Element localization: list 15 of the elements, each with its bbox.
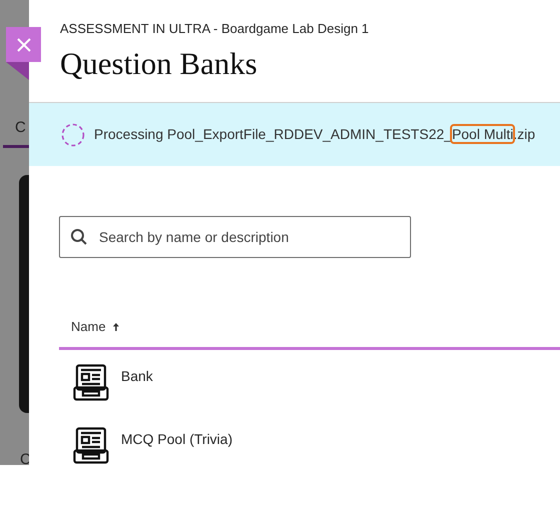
sort-arrow-icon: [112, 322, 120, 331]
bank-name[interactable]: Bank: [121, 366, 153, 413]
close-button[interactable]: [6, 27, 41, 62]
bank-icon: [73, 427, 109, 464]
search-field[interactable]: Search by name or description: [59, 216, 411, 258]
tab-label: C: [15, 118, 26, 138]
search-icon: [70, 228, 88, 246]
breadcrumb: ASSESSMENT IN ULTRA - Boardgame Lab Design 1: [60, 20, 370, 38]
page-title: Question Banks: [60, 44, 258, 82]
name-column-header[interactable]: Name: [71, 316, 120, 336]
close-icon: [16, 38, 30, 52]
spinner-icon: [61, 122, 85, 146]
bank-icon: [73, 364, 109, 401]
bank-name[interactable]: MCQ Pool (Trivia): [121, 429, 232, 465]
ribbon-fold: [6, 62, 29, 80]
